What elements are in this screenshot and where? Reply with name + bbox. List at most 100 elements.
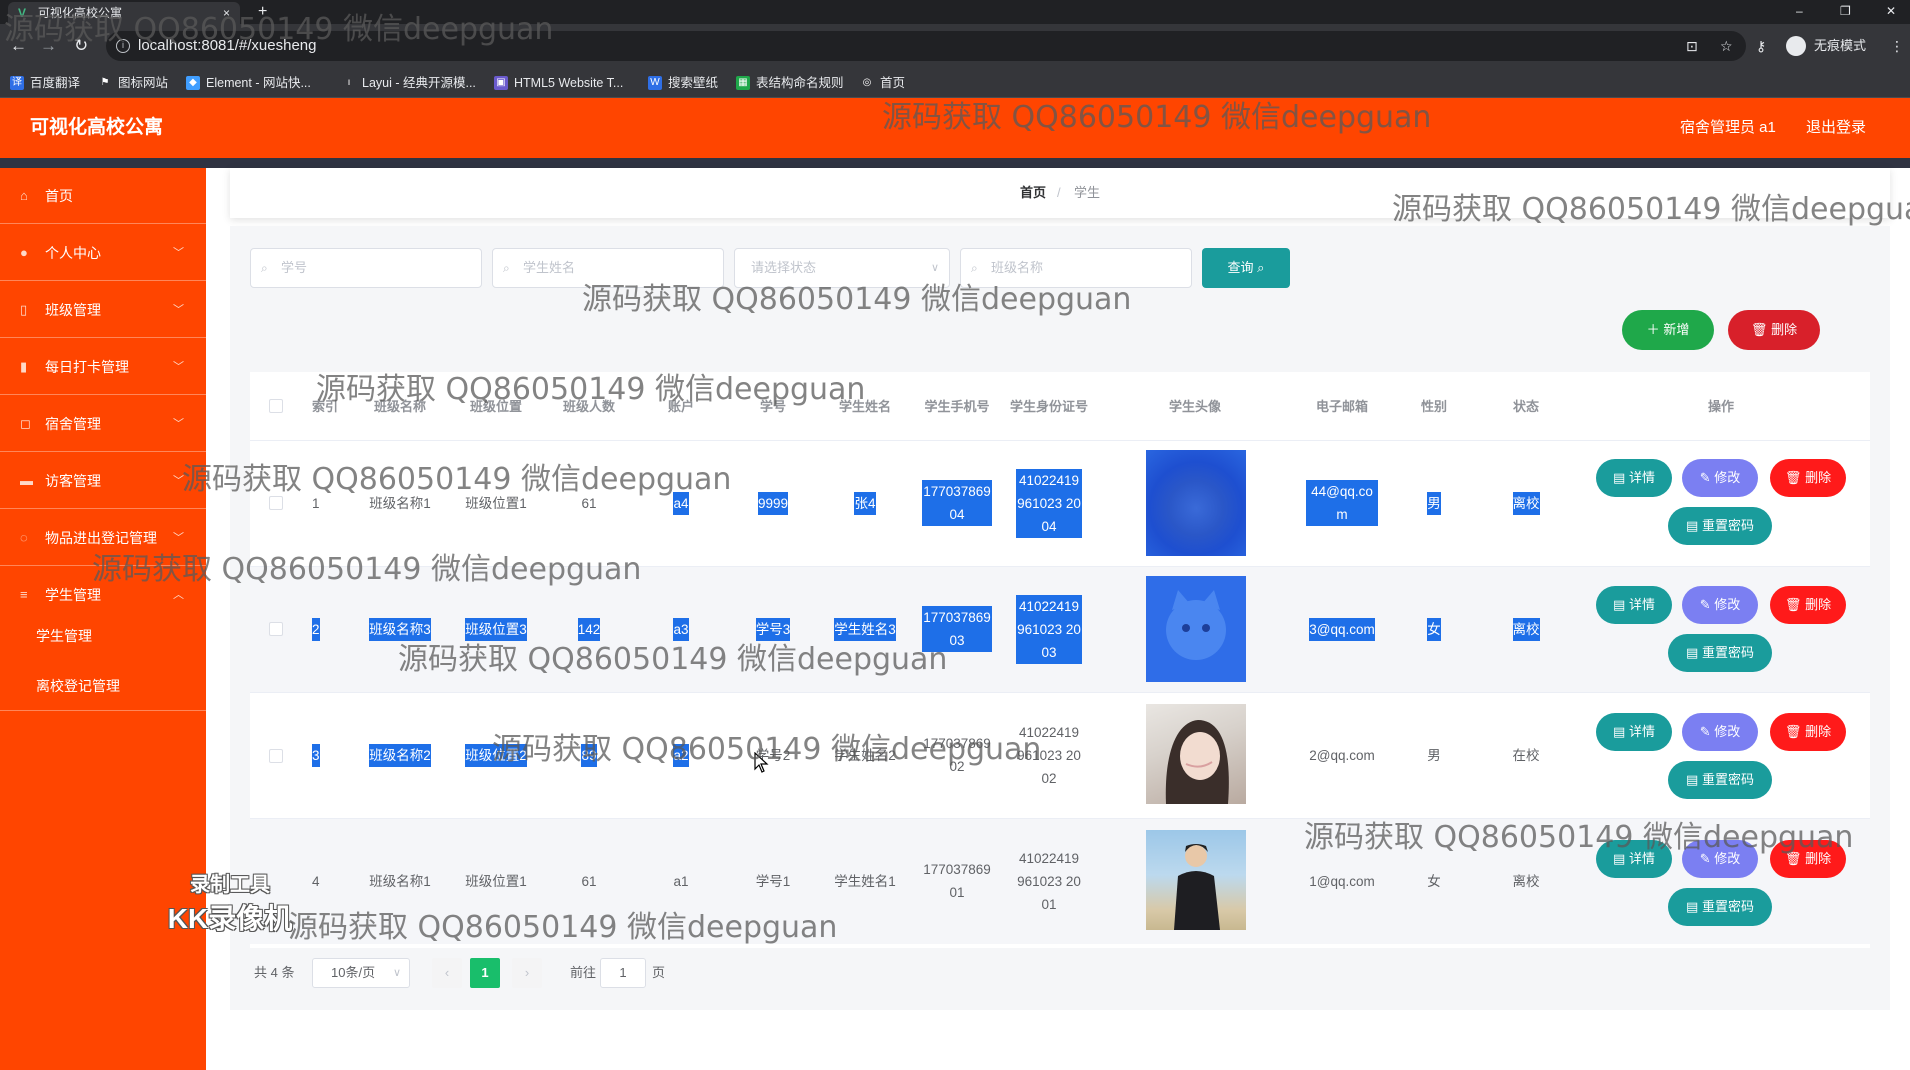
detail-button[interactable]: ▤ 详情 (1596, 459, 1672, 497)
watermark: 源码获取 QQ86050149 微信deepguan (582, 282, 1132, 317)
reset-password-button[interactable]: ▤ 重置密码 (1668, 507, 1772, 545)
next-page-button[interactable]: › (512, 958, 542, 988)
column-header: 学生手机号 (924, 398, 990, 414)
column-header: 状态 (1512, 398, 1539, 414)
sidebar-item-label: 首页 (45, 188, 73, 204)
page-1-button[interactable]: 1 (470, 958, 500, 988)
cartoon-avatar-icon (1166, 590, 1226, 660)
translate-icon[interactable]: ⊡ (1686, 36, 1698, 56)
bookmark-item[interactable]: ▣ HTML5 Website T... (494, 68, 623, 98)
goto-prefix: 前往 (570, 965, 597, 980)
page-size-select[interactable]: 10条/页 ∨ (312, 958, 410, 988)
cell-idcard: 41022419961023 2003 (1016, 594, 1082, 664)
watermark: 源码获取 QQ86050149 微信deepguan (316, 372, 866, 407)
row-checkbox[interactable] (269, 749, 283, 763)
row-delete-button[interactable]: 🗑 删除 (1770, 713, 1846, 751)
query-button[interactable]: 查询 ⌕ (1202, 248, 1290, 288)
sidebar-item-home[interactable]: ⌂ 首页 (0, 168, 206, 224)
placeholder: 请选择状态 (751, 260, 817, 275)
reset-password-button[interactable]: ▤ 重置密码 (1668, 634, 1772, 672)
avatar (1146, 576, 1246, 682)
edit-button[interactable]: ✎ 修改 (1682, 459, 1758, 497)
delete-label: 删除 (1805, 470, 1832, 485)
watermark: 源码获取 QQ86050149 微信deepguan (92, 552, 642, 587)
document-icon: ▤ (1613, 597, 1626, 612)
header-divider (0, 158, 1910, 168)
prev-page-button[interactable]: ‹ (432, 958, 462, 988)
bookmark-item[interactable]: ı Layui - 经典开源模... (342, 68, 476, 98)
cell-status: 离校 (1512, 873, 1540, 889)
logout-link[interactable]: 退出登录 (1806, 98, 1866, 158)
page-size-value: 10条/页 (331, 965, 376, 980)
breadcrumb-current: 学生 (1074, 185, 1101, 200)
minimize-button[interactable]: – (1796, 0, 1803, 22)
row-checkbox[interactable] (269, 496, 283, 510)
current-user: 宿舍管理员 a1 (1680, 119, 1776, 136)
bookmark-label: 搜索壁纸 (668, 76, 719, 90)
document-icon: ▤ (1686, 645, 1699, 660)
sidebar-item-checkin[interactable]: ▮ 每日打卡管理 ﹀ (0, 339, 206, 395)
key-icon[interactable]: ⚷ (1756, 36, 1766, 56)
bookmark-item[interactable]: ◆ Element - 网站快... (186, 68, 311, 98)
edit-button[interactable]: ✎ 修改 (1682, 586, 1758, 624)
translate-favicon-icon: 译 (10, 76, 24, 90)
avatar (1146, 830, 1246, 930)
breadcrumb-home[interactable]: 首页 (1020, 184, 1046, 202)
detail-button[interactable]: ▤ 详情 (1596, 713, 1672, 751)
reset-password-button[interactable]: ▤ 重置密码 (1668, 761, 1772, 799)
cell-email: 44@qq.com (1306, 480, 1378, 526)
sidebar-item-label: 班级管理 (45, 302, 101, 318)
restore-button[interactable]: ❐ (1840, 0, 1851, 22)
menu-icon[interactable]: ⋮ (1890, 36, 1904, 56)
breadcrumb-separator: / (1057, 185, 1061, 200)
sidebar-item-profile[interactable]: ● 个人中心 ﹀ (0, 225, 206, 281)
bookmark-item[interactable]: ⚑ 图标网站 (98, 68, 168, 98)
row-checkbox[interactable] (269, 622, 283, 636)
goto-page-input[interactable]: 1 (600, 958, 646, 988)
incognito-indicator[interactable]: 无痕模式 (1786, 34, 1866, 58)
sidebar-item-dorm[interactable]: ◻ 宿舍管理 ﹀ (0, 396, 206, 452)
document-icon: ▤ (1686, 899, 1699, 914)
sidebar-subitem-leave[interactable]: 离校登记管理 (0, 661, 206, 711)
html5-icon: ▣ (494, 76, 508, 90)
detail-label: 详情 (1628, 724, 1655, 739)
row-delete-button[interactable]: 🗑 删除 (1770, 459, 1846, 497)
bookmark-item[interactable]: 译百度翻译 (10, 68, 80, 98)
reset-label: 重置密码 (1701, 899, 1754, 914)
bookmark-item[interactable]: ▦ 表结构命名规则 (736, 68, 844, 98)
student-no-input[interactable]: ⌕ 学号 (250, 248, 482, 288)
column-header: 操作 (1707, 398, 1734, 414)
search-icon: ⌕ (1257, 260, 1265, 275)
bookmark-label: Element - 网站快... (206, 76, 311, 90)
incognito-icon (1786, 36, 1806, 56)
select-all-checkbox[interactable] (269, 399, 283, 413)
home-icon: ⌂ (20, 188, 28, 203)
add-button[interactable]: ＋ 新增 (1622, 310, 1714, 350)
cell-status: 离校 (1512, 491, 1540, 515)
document-icon: ▤ (1613, 724, 1626, 739)
reset-password-button[interactable]: ▤ 重置密码 (1668, 888, 1772, 926)
column-header: 性别 (1420, 398, 1447, 414)
placeholder: 学号 (281, 260, 308, 275)
cell-status: 离校 (1512, 617, 1540, 641)
pencil-icon: ✎ (1699, 597, 1711, 612)
incognito-label: 无痕模式 (1814, 38, 1867, 53)
bookmark-star-icon[interactable]: ☆ (1720, 36, 1733, 56)
edit-button[interactable]: ✎ 修改 (1682, 713, 1758, 751)
chevron-down-icon: ﹀ (173, 361, 184, 373)
close-window-button[interactable]: ✕ (1886, 0, 1896, 22)
sidebar-subitem-student[interactable]: 学生管理 (0, 611, 206, 661)
app-brand: 可视化高校公寓 (30, 117, 164, 138)
refresh-icon: ◌ (20, 530, 28, 545)
search-icon: ⌕ (503, 261, 510, 275)
sidebar-item-visitor[interactable]: ▬ 访客管理 ﹀ (0, 453, 206, 509)
bookmark-item[interactable]: W 搜索壁纸 (648, 68, 718, 98)
detail-button[interactable]: ▤ 详情 (1596, 586, 1672, 624)
document-icon: ▤ (1686, 772, 1699, 787)
delete-button[interactable]: 🗑 删除 (1728, 310, 1820, 350)
watermark: 源码获取 QQ86050149 微信deepguan (882, 100, 1432, 135)
sidebar-item-class[interactable]: ▯ 班级管理 ﹀ (0, 282, 206, 338)
wallpaper-icon: W (648, 76, 662, 90)
cell-gender: 男 (1427, 491, 1441, 515)
row-delete-button[interactable]: 🗑 删除 (1770, 586, 1846, 624)
